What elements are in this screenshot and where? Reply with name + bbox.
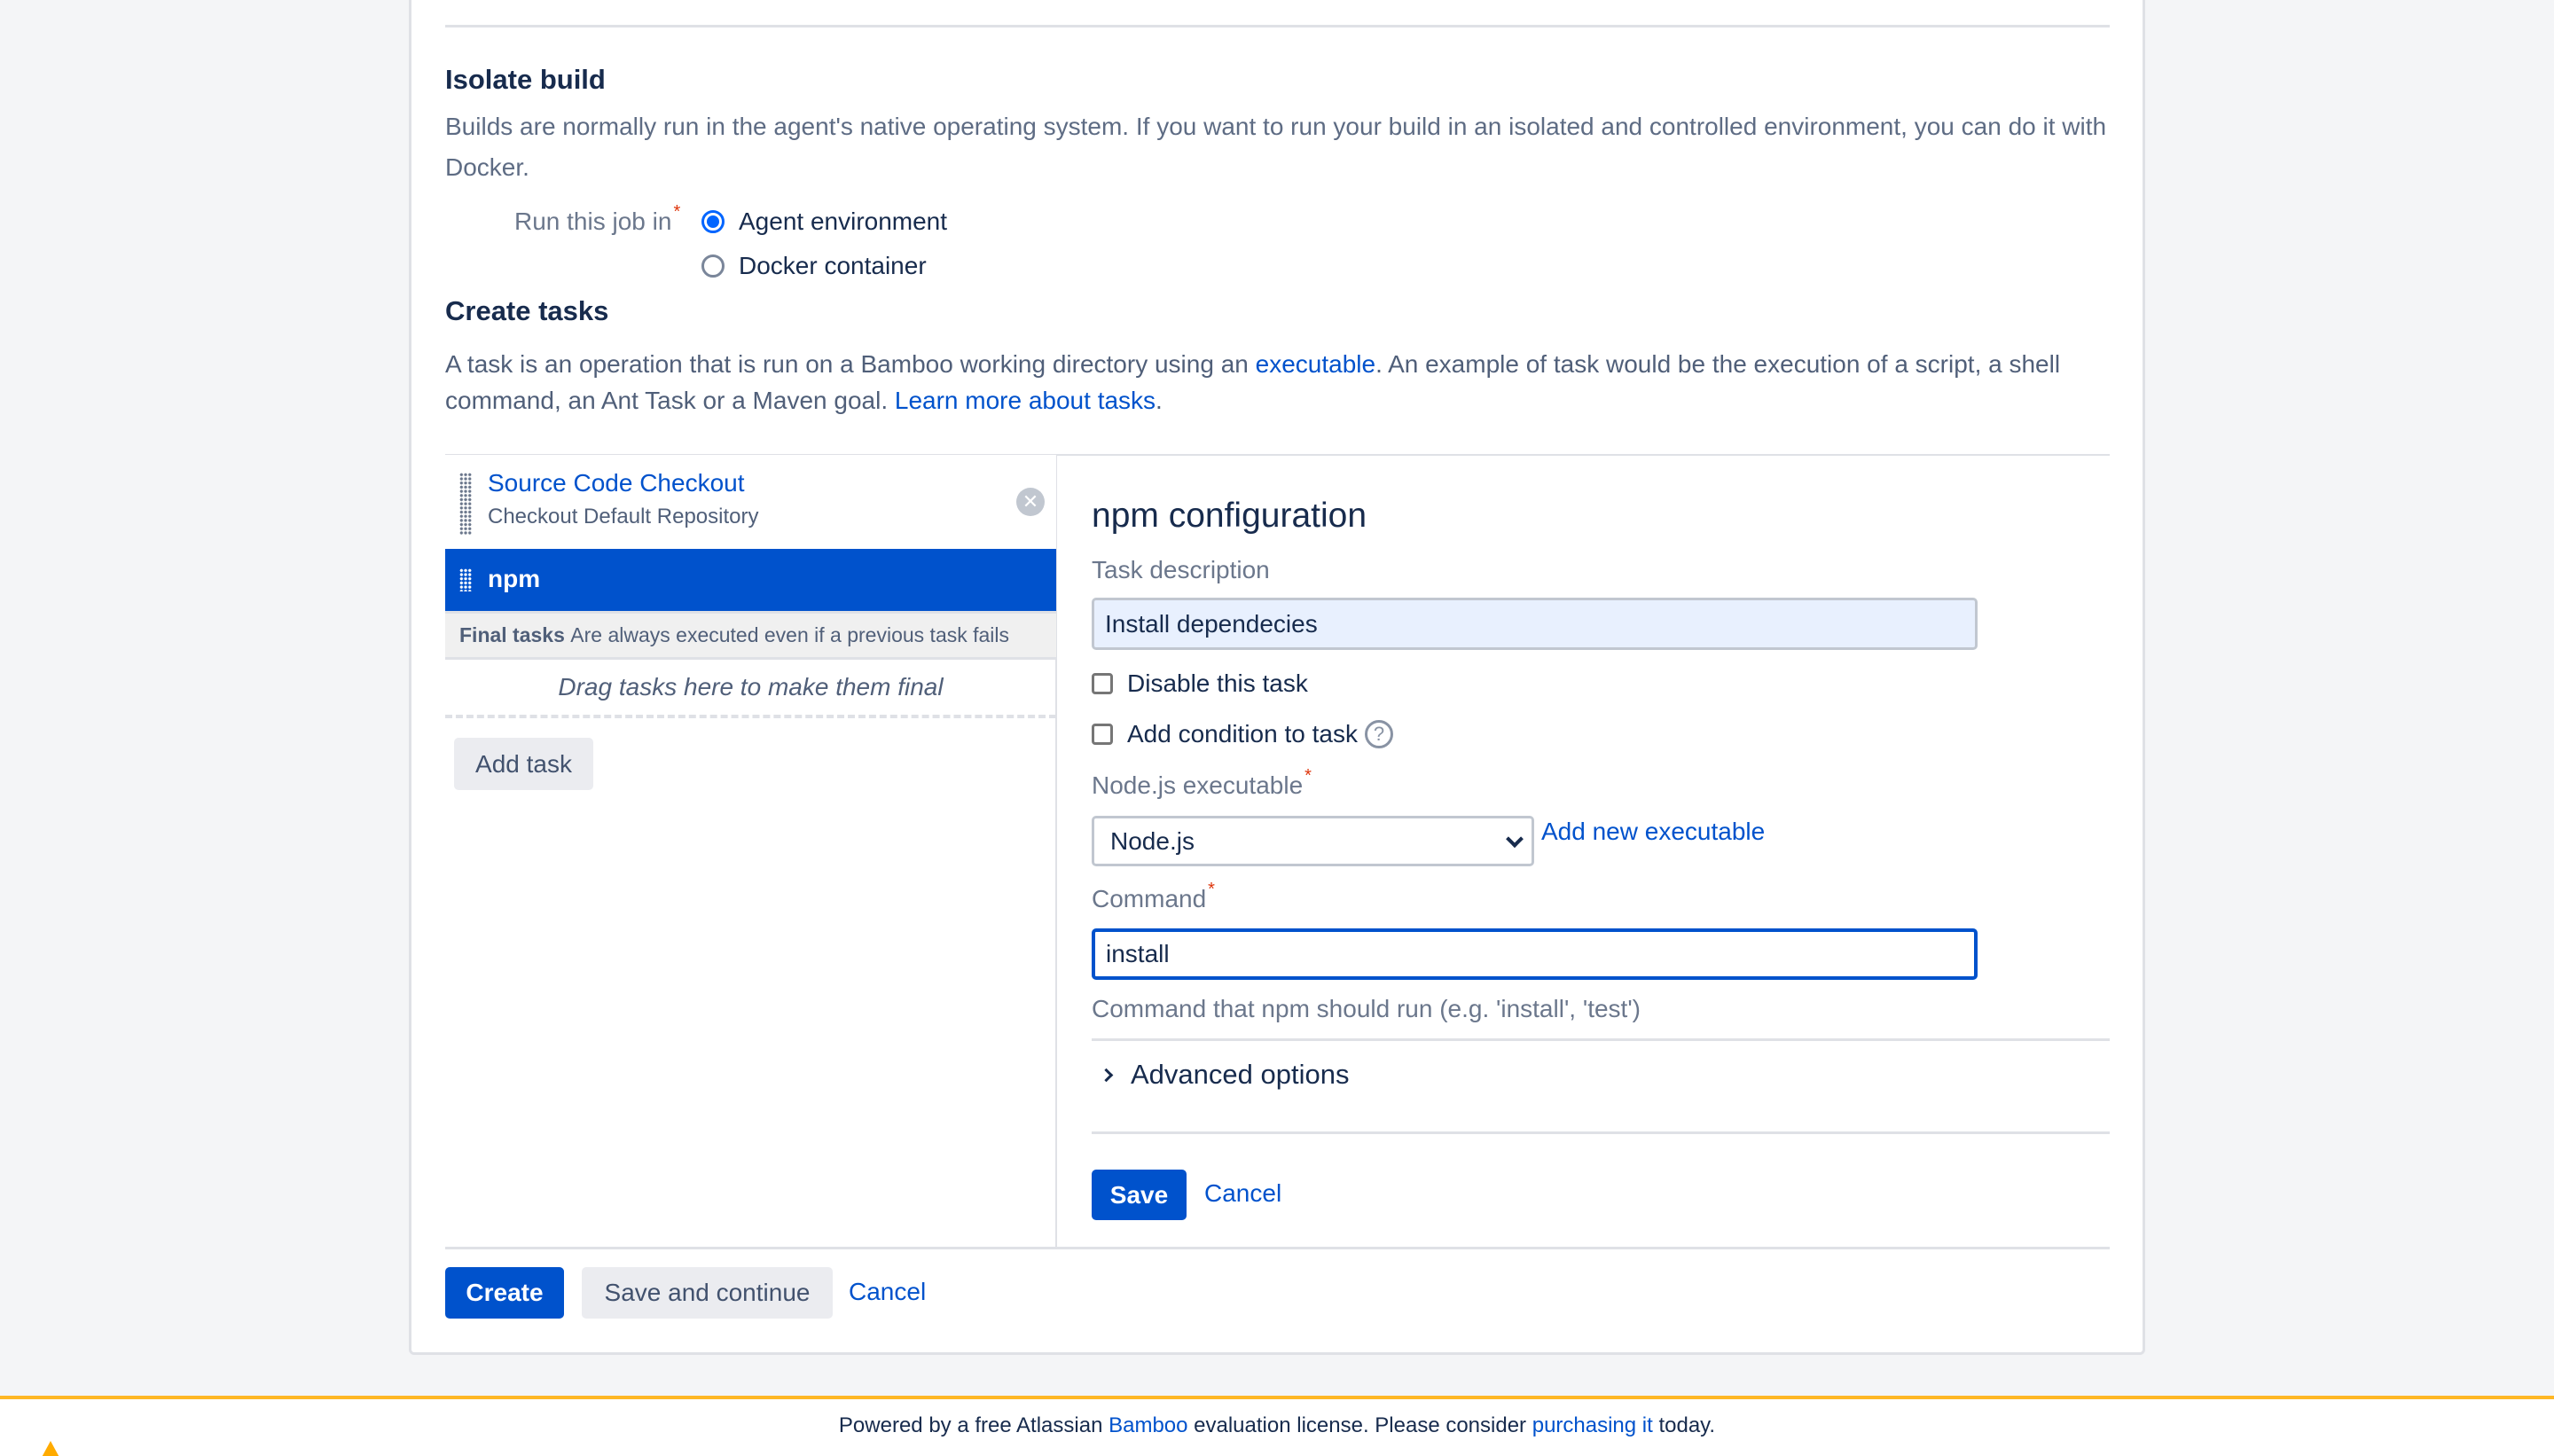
isolate-build-heading: Isolate build [445,64,606,95]
task-description-input[interactable]: Install dependecies [1092,598,1978,650]
add-condition-checkbox[interactable] [1092,724,1113,745]
radio-agent-environment[interactable]: Agent environment [701,207,947,236]
command-input[interactable]: install [1092,928,1978,980]
help-icon[interactable]: ? [1364,720,1393,748]
run-job-label: Run this job in * [514,202,680,236]
chevron-right-icon [1099,1068,1114,1082]
save-and-continue-button[interactable]: Save and continue [582,1267,833,1319]
radio-label: Agent environment [739,207,948,235]
config-save-button[interactable]: Save [1092,1170,1187,1220]
drag-handle-icon[interactable] [459,568,472,591]
create-tasks-heading: Create tasks [445,295,609,326]
task-title-link[interactable]: Source Code Checkout [488,469,745,497]
config-divider [1092,1038,2110,1041]
add-task-button[interactable]: Add task [454,738,593,790]
final-tasks-bar: Final tasks Are always executed even if … [445,611,1056,660]
config-title: npm configuration [1092,497,1367,535]
bamboo-link[interactable]: Bamboo [1109,1413,1187,1437]
footer-text: today. [1652,1413,1716,1437]
command-label-text: Command [1092,885,1207,912]
executable-select[interactable]: Node.js [1092,816,1534,866]
executable-link[interactable]: executable [1256,350,1375,378]
advanced-options-label: Advanced options [1131,1059,1350,1090]
run-job-label-text: Run this job in [514,207,672,235]
warning-icon [39,1441,62,1456]
task-title: npm [488,565,541,592]
checkbox-label: Add condition to task [1127,720,1358,748]
task-description-label: Task description [1092,556,1270,583]
required-mark: * [673,202,681,222]
config-divider [1092,1131,2110,1134]
checkbox-label: Disable this task [1127,669,1308,697]
executable-label-text: Node.js executable [1092,771,1304,799]
required-mark: * [1304,766,1312,786]
footer-license-text: Powered by a free Atlassian Bamboo evalu… [0,1413,2554,1438]
task-subtitle: Checkout Default Repository [488,505,759,528]
drag-handle-icon[interactable] [459,473,472,535]
desc-text: A task is an operation that is run on a … [445,350,1256,378]
task-item-npm[interactable]: npm [445,549,1056,611]
add-new-executable-link[interactable]: Add new executable [1541,818,1765,846]
add-condition-checkbox-row[interactable]: Add condition to task ? [1092,720,1393,748]
final-tasks-drop-zone[interactable]: Drag tasks here to make them final [445,660,1056,718]
purchasing-link[interactable]: purchasing it [1532,1413,1653,1437]
config-cancel-link[interactable]: Cancel [1204,1179,1281,1208]
advanced-options-toggle[interactable]: Advanced options [1099,1059,1350,1091]
remove-task-icon[interactable]: ✕ [1016,488,1045,516]
isolate-build-description: Builds are normally run in the agent's n… [445,113,2107,181]
create-button[interactable]: Create [445,1267,564,1319]
learn-more-tasks-link[interactable]: Learn more about tasks [895,387,1156,414]
task-list: Source Code Checkout Checkout Default Re… [445,455,1056,1248]
radio-docker-container[interactable]: Docker container [701,252,927,280]
cancel-link[interactable]: Cancel [849,1278,926,1306]
disable-task-checkbox[interactable] [1092,673,1113,694]
executable-selected-value: Node.js [1110,826,1195,855]
footer-text: Powered by a free Atlassian [838,1413,1109,1437]
command-help-text: Command that npm should run (e.g. 'insta… [1092,995,1641,1022]
task-item-source-code-checkout[interactable]: Source Code Checkout Checkout Default Re… [445,455,1056,549]
required-mark: * [1208,880,1215,899]
final-tasks-label: Final tasks [459,623,565,646]
footer-text: evaluation license. Please consider [1187,1413,1532,1437]
chevron-down-icon [1506,829,1524,848]
executable-label: Node.js executable * [1092,766,1312,800]
final-tasks-description: Are always executed even if a previous t… [570,623,1010,646]
radio-unchecked-icon[interactable] [701,254,725,278]
create-tasks-description: A task is an operation that is run on a … [445,346,2112,419]
radio-checked-icon[interactable] [701,210,725,233]
section-divider [445,25,2110,27]
radio-label: Docker container [739,252,927,279]
disable-task-checkbox-row[interactable]: Disable this task [1092,669,1308,698]
command-label: Command * [1092,880,1215,913]
desc-text: . [1156,387,1163,414]
